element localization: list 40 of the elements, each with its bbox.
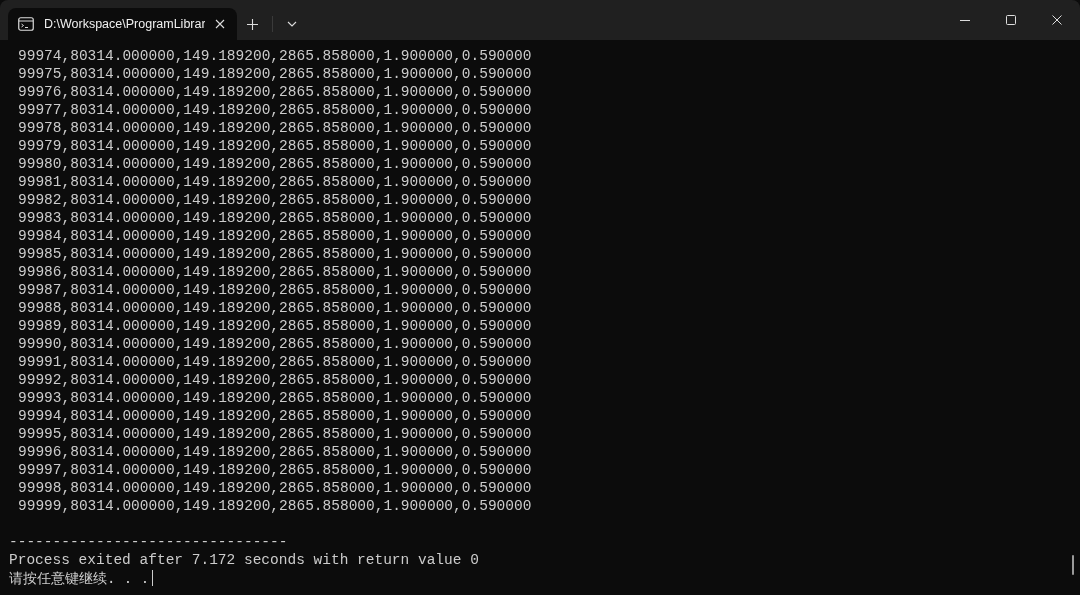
text-cursor — [152, 570, 154, 586]
output-line: 99992,80314.000000,149.189200,2865.858000,1.900000,0.590000 — [18, 372, 532, 388]
output-line: 99995,80314.000000,149.189200,2865.858000,1.900000,0.590000 — [18, 426, 532, 442]
maximize-icon — [1006, 15, 1016, 25]
output-line: 99978,80314.000000,149.189200,2865.858000,1.900000,0.590000 — [18, 120, 532, 136]
tab[interactable]: D:\Workspace\ProgramLibrar — [8, 8, 237, 40]
output-line: 99983,80314.000000,149.189200,2865.858000,1.900000,0.590000 — [18, 210, 532, 226]
output-line: 99994,80314.000000,149.189200,2865.858000,1.900000,0.590000 — [18, 408, 532, 424]
output-line: 99991,80314.000000,149.189200,2865.858000,1.900000,0.590000 — [18, 354, 532, 370]
output-line: 99998,80314.000000,149.189200,2865.858000,1.900000,0.590000 — [18, 480, 532, 496]
output-line: 99976,80314.000000,149.189200,2865.858000,1.900000,0.590000 — [18, 84, 532, 100]
output-line: 99987,80314.000000,149.189200,2865.858000,1.900000,0.590000 — [18, 282, 532, 298]
terminal-icon — [18, 17, 34, 31]
scrollbar-thumb[interactable] — [1072, 555, 1074, 575]
output-line: 99989,80314.000000,149.189200,2865.858000,1.900000,0.590000 — [18, 318, 532, 334]
output-line: 99997,80314.000000,149.189200,2865.858000,1.900000,0.590000 — [18, 462, 532, 478]
output-line: 99984,80314.000000,149.189200,2865.858000,1.900000,0.590000 — [18, 228, 532, 244]
output-line: 99999,80314.000000,149.189200,2865.858000,1.900000,0.590000 — [18, 498, 532, 514]
separator-line: -------------------------------- — [9, 534, 288, 550]
output-line: 99982,80314.000000,149.189200,2865.858000,1.900000,0.590000 — [18, 192, 532, 208]
output-line: 99981,80314.000000,149.189200,2865.858000,1.900000,0.590000 — [18, 174, 532, 190]
output-line: 99996,80314.000000,149.189200,2865.858000,1.900000,0.590000 — [18, 444, 532, 460]
chevron-down-icon[interactable] — [287, 21, 297, 27]
output-line: 99977,80314.000000,149.189200,2865.858000,1.900000,0.590000 — [18, 102, 532, 118]
exit-message: Process exited after 7.172 seconds with return value 0 — [9, 552, 479, 568]
output-line: 99988,80314.000000,149.189200,2865.858000,1.900000,0.590000 — [18, 300, 532, 316]
output-line: 99979,80314.000000,149.189200,2865.858000,1.900000,0.590000 — [18, 138, 532, 154]
close-icon[interactable] — [215, 19, 225, 29]
minimize-icon — [960, 19, 970, 21]
output-line: 99993,80314.000000,149.189200,2865.858000,1.900000,0.590000 — [18, 390, 532, 406]
add-tab-icon[interactable] — [247, 18, 258, 30]
prompt-text: 请按任意键继续. . . — [9, 569, 150, 587]
output-line: 99974,80314.000000,149.189200,2865.858000,1.900000,0.590000 — [18, 48, 532, 64]
output-line: 99986,80314.000000,149.189200,2865.858000,1.900000,0.590000 — [18, 264, 532, 280]
output-line: 99980,80314.000000,149.189200,2865.858000,1.900000,0.590000 — [18, 156, 532, 172]
close-icon — [1052, 15, 1062, 25]
output-line: 99990,80314.000000,149.189200,2865.858000,1.900000,0.590000 — [18, 336, 532, 352]
output-line: 99975,80314.000000,149.189200,2865.858000,1.900000,0.590000 — [18, 66, 532, 82]
tab-title: D:\Workspace\ProgramLibrar — [44, 15, 205, 33]
output-line: 99985,80314.000000,149.189200,2865.858000,1.900000,0.590000 — [18, 246, 532, 262]
